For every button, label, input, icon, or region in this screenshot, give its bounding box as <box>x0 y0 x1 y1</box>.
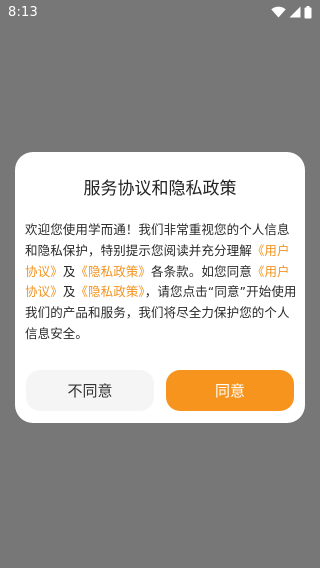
body-text-segment: 及 <box>62 284 76 300</box>
wifi-icon <box>271 6 286 18</box>
privacy-policy-link[interactable]: 《隐私政策》 <box>75 284 144 299</box>
dialog-body-text: 欢迎您使用学而通！我们非常重视您的个人信息和隐私保护，特别提示您阅读并充分理解《… <box>25 220 297 345</box>
body-text-segment: 各条款。如您同意 <box>151 263 252 279</box>
body-text-segment: 欢迎您使用学而通！我们非常重视您的个人信息和隐私保护，特别提示您阅读并充分理解 <box>25 222 290 258</box>
signal-icon <box>289 6 301 18</box>
dialog-title: 服务协议和隐私政策 <box>83 179 237 199</box>
privacy-policy-link[interactable]: 《隐私政策》 <box>75 264 151 279</box>
privacy-dialog: 服务协议和隐私政策 欢迎您使用学而通！我们非常重视您的个人信息和隐私保护，特别提… <box>15 152 305 423</box>
status-bar: 8:13 <box>0 0 320 24</box>
status-icons <box>271 5 312 19</box>
battery-icon <box>304 5 312 19</box>
status-time: 8:13 <box>8 4 38 20</box>
agree-button[interactable]: 同意 <box>166 370 294 411</box>
disagree-button[interactable]: 不同意 <box>26 370 154 411</box>
body-text-segment: 及 <box>62 263 76 279</box>
